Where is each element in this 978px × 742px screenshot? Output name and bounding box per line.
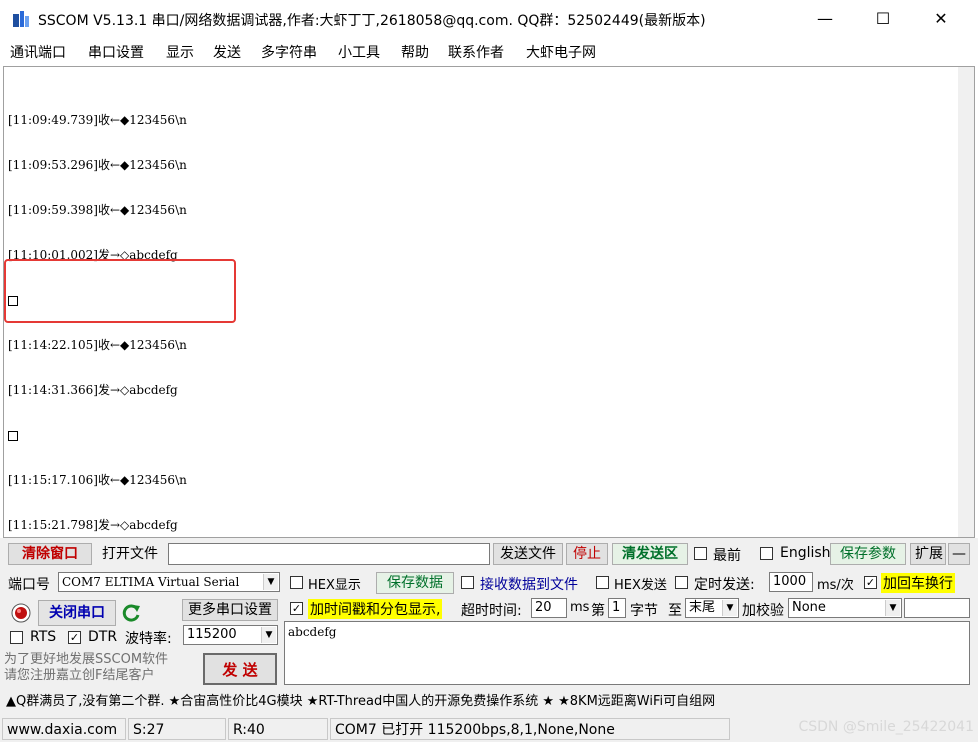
- chevron-down-icon[interactable]: ▼: [722, 600, 737, 616]
- timed-unit-label: ms/次: [817, 578, 854, 593]
- timestamp-checkbox[interactable]: ✓: [290, 602, 303, 615]
- hex-send-checkbox[interactable]: [596, 576, 609, 589]
- vertical-scrollbar[interactable]: [958, 67, 974, 537]
- checksum-select-value: None: [792, 600, 826, 615]
- english-label: English: [780, 545, 831, 561]
- watermark-text: CSDN @Smile_25422041: [798, 719, 974, 735]
- stop-button[interactable]: 停止: [566, 543, 608, 565]
- log-line: [11:09:49.739]收←◆123456\n: [8, 113, 187, 127]
- refresh-icon[interactable]: [121, 602, 143, 624]
- close-port-button[interactable]: 关闭串口: [38, 600, 116, 626]
- sent-count: S:27: [128, 718, 226, 740]
- byte-index-input[interactable]: 1: [608, 598, 626, 618]
- baud-select[interactable]: 115200 ▼: [183, 625, 278, 645]
- log-line-empty: [8, 428, 187, 443]
- port-label: 端口号: [8, 577, 50, 593]
- port-status-icon: [11, 603, 31, 623]
- expand-button[interactable]: 扩展: [910, 543, 946, 565]
- end-select-value: 末尾: [689, 600, 716, 615]
- dtr-label: DTR: [88, 629, 118, 645]
- minimize-button[interactable]: —: [796, 0, 854, 38]
- log-line: [11:15:17.106]收←◆123456\n: [8, 473, 187, 487]
- send-button[interactable]: 发 送: [203, 653, 277, 685]
- log-line: [11:15:21.798]发→◇abcdefg: [8, 518, 178, 532]
- rts-label: RTS: [30, 629, 57, 645]
- baud-label: 波特率:: [125, 631, 172, 647]
- menu-serial-settings[interactable]: 串口设置: [88, 42, 144, 62]
- dtr-checkbox[interactable]: ✓: [68, 631, 81, 644]
- log-line: [11:14:22.105]收←◆123456\n: [8, 338, 187, 352]
- topmost-checkbox[interactable]: [694, 547, 707, 560]
- timed-interval-input[interactable]: 1000: [769, 572, 813, 592]
- checksum-select[interactable]: None ▼: [788, 598, 902, 618]
- chevron-down-icon[interactable]: ▼: [885, 600, 900, 616]
- menu-tools[interactable]: 小工具: [338, 42, 380, 62]
- hex-send-label: HEX发送: [614, 578, 667, 593]
- topmost-label: 最前: [713, 548, 741, 564]
- title-bar: SSCOM V5.13.1 串口/网络数据调试器,作者:大虾丁丁,2618058…: [0, 0, 978, 38]
- rts-checkbox[interactable]: [10, 631, 23, 644]
- site-link[interactable]: www.daxia.com: [2, 718, 126, 740]
- close-button[interactable]: ✕: [912, 0, 970, 38]
- menu-multi-string[interactable]: 多字符串: [261, 42, 317, 62]
- recv-count: R:40: [228, 718, 328, 740]
- english-checkbox[interactable]: [760, 547, 773, 560]
- timeout-unit-label: ms: [570, 600, 590, 615]
- open-file-button[interactable]: 打开文件: [95, 543, 165, 565]
- checksum-label: 加校验: [742, 603, 784, 619]
- menu-comm-port[interactable]: 通讯端口: [10, 42, 66, 62]
- hex-display-label: HEX显示: [308, 578, 361, 593]
- more-serial-settings-button[interactable]: 更多串口设置: [182, 599, 278, 621]
- clear-send-area-button[interactable]: 清发送区: [612, 543, 688, 565]
- timeout-input[interactable]: 20: [531, 598, 567, 618]
- menu-display[interactable]: 显示: [166, 42, 194, 62]
- port-status-text: COM7 已打开 115200bps,8,1,None,None: [330, 718, 730, 740]
- checksum-extra-input[interactable]: [904, 598, 970, 618]
- hex-display-checkbox[interactable]: [290, 576, 303, 589]
- timestamp-label: 加时间戳和分包显示,: [308, 599, 443, 619]
- menu-daxia-site[interactable]: 大虾电子网: [526, 42, 596, 62]
- highlight-box: [4, 259, 236, 323]
- log-line: [11:09:59.398]收←◆123456\n: [8, 203, 187, 217]
- file-path-input[interactable]: [168, 543, 490, 565]
- collapse-button[interactable]: —: [948, 543, 970, 565]
- baud-select-value: 115200: [187, 627, 237, 642]
- promo-text: 为了更好地发展SSCOM软件 请您注册嘉立创F结尾客户: [4, 652, 169, 683]
- receive-area[interactable]: [11:09:49.739]收←◆123456\n [11:09:53.296]…: [3, 66, 975, 576]
- end-select[interactable]: 末尾 ▼: [685, 598, 739, 618]
- menu-bar: 通讯端口 串口设置 显示 发送 多字符串 小工具 帮助 联系作者 大虾电子网: [0, 38, 978, 64]
- timeout-label: 超时时间:: [461, 603, 522, 619]
- send-file-button[interactable]: 发送文件: [493, 543, 563, 565]
- send-text-area[interactable]: abcdefg: [284, 621, 970, 685]
- add-crlf-label: 加回车换行: [881, 573, 955, 593]
- maximize-button[interactable]: ☐: [854, 0, 912, 38]
- menu-contact-author[interactable]: 联系作者: [448, 42, 504, 62]
- save-data-button[interactable]: 保存数据: [376, 572, 454, 594]
- clear-window-button[interactable]: 清除窗口: [8, 543, 92, 565]
- byte-suffix-label: 字节: [630, 603, 658, 619]
- add-crlf-checkbox[interactable]: ✓: [864, 576, 877, 589]
- window-title: SSCOM V5.13.1 串口/网络数据调试器,作者:大虾丁丁,2618058…: [38, 13, 706, 29]
- port-select-value: COM7 ELTIMA Virtual Serial: [62, 575, 240, 589]
- ad-banner[interactable]: ▲Q群满员了,没有第二个群. ★合宙高性价比4G模块 ★RT-Thread中国人…: [0, 690, 978, 714]
- save-params-button[interactable]: 保存参数: [830, 543, 906, 565]
- chevron-down-icon[interactable]: ▼: [263, 574, 278, 590]
- recv-to-file-checkbox[interactable]: [461, 576, 474, 589]
- recv-to-file-label: 接收数据到文件: [480, 577, 578, 593]
- log-line: [11:14:31.366]发→◇abcdefg: [8, 383, 178, 397]
- menu-send[interactable]: 发送: [213, 42, 241, 62]
- app-icon: [13, 11, 29, 27]
- menu-help[interactable]: 帮助: [401, 42, 429, 62]
- timed-send-checkbox[interactable]: [675, 576, 688, 589]
- to-label: 至: [668, 603, 682, 619]
- timed-send-label: 定时发送:: [694, 577, 755, 593]
- log-line: [11:09:53.296]收←◆123456\n: [8, 158, 187, 172]
- chevron-down-icon[interactable]: ▼: [261, 627, 276, 643]
- receive-log: [11:09:49.739]收←◆123456\n [11:09:53.296]…: [8, 83, 187, 608]
- port-select[interactable]: COM7 ELTIMA Virtual Serial ▼: [58, 572, 280, 592]
- byte-prefix-label: 第: [591, 603, 605, 619]
- newline-glyph: [8, 430, 18, 441]
